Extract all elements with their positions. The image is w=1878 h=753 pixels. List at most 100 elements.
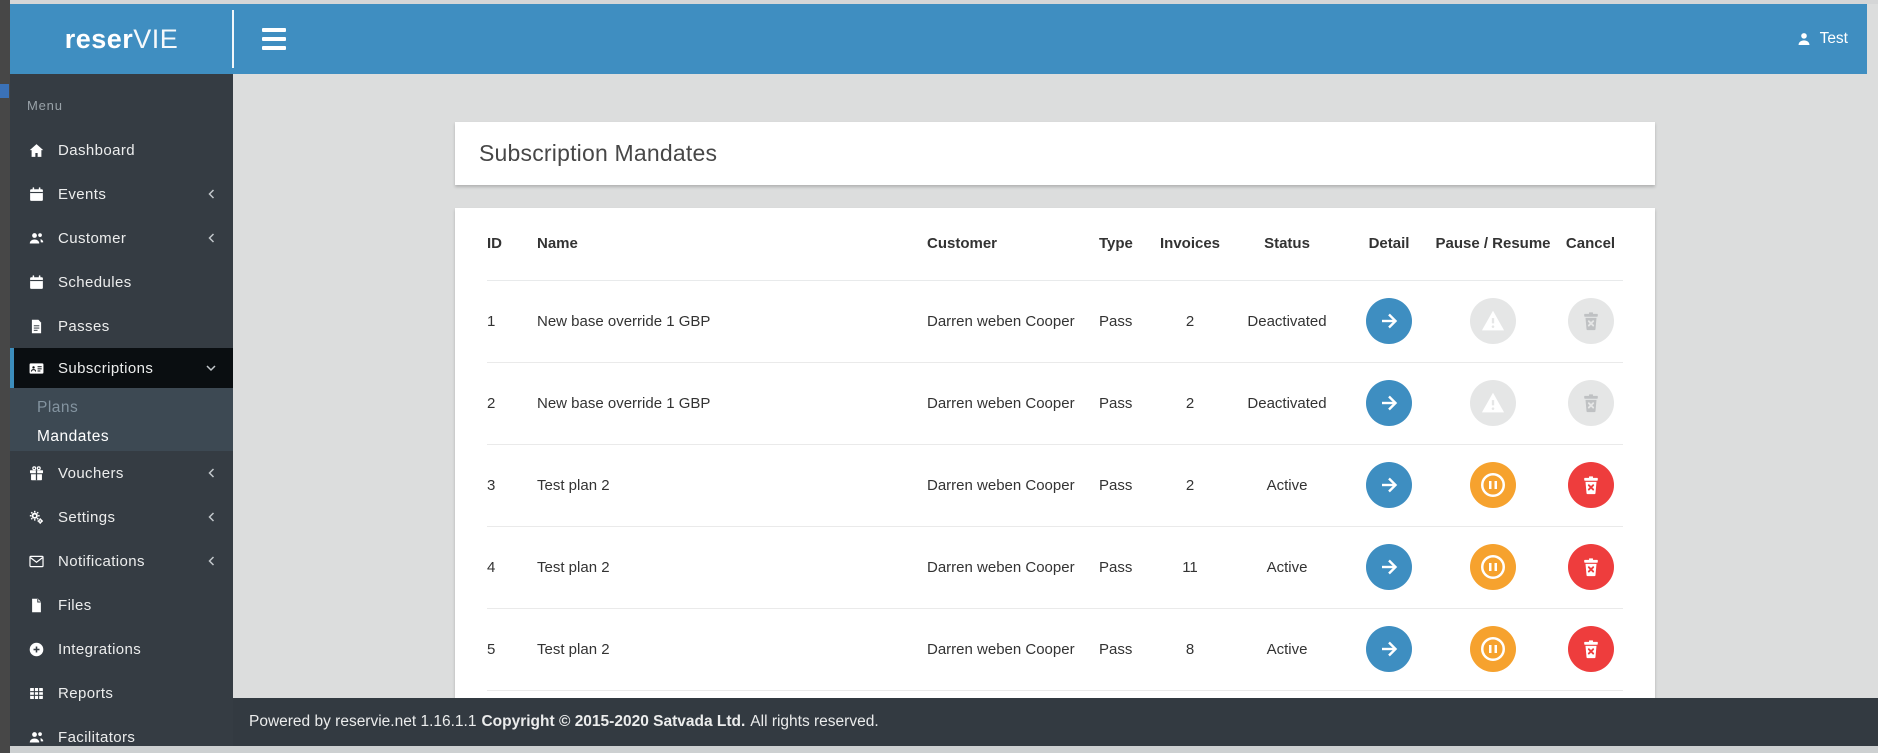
gift-icon [25, 462, 47, 484]
cancel-button[interactable] [1567, 462, 1614, 508]
pause-resume-button-disabled [1470, 298, 1516, 344]
chevron-left-icon [206, 188, 217, 200]
alert-triangle-icon [1481, 310, 1505, 331]
sidebar-item-label: Settings [58, 508, 116, 526]
cancel-button-disabled [1567, 380, 1614, 426]
mandates-table: ID Name Customer Type Invoices Status De… [487, 208, 1623, 698]
id-card-icon [25, 357, 47, 379]
arrow-right-icon [1382, 477, 1398, 493]
app-logo[interactable]: reser VIE [10, 4, 233, 74]
sidebar-item-label: Passes [58, 317, 110, 335]
sidebar-item-settings[interactable]: Settings [10, 495, 233, 539]
page-title-card: Subscription Mandates [455, 122, 1655, 185]
cancel-button-disabled [1567, 298, 1614, 344]
pause-button[interactable] [1470, 462, 1516, 508]
cell-customer: Darren weben Cooper [922, 444, 1094, 527]
detail-button[interactable] [1366, 380, 1412, 426]
cell-customer: Darren weben Cooper [922, 280, 1094, 363]
sidebar-section-label: Menu [27, 98, 63, 113]
column-header-type: Type [1094, 208, 1156, 281]
sidebar-item-subscriptions[interactable]: Subscriptions [10, 348, 233, 388]
cancel-button[interactable] [1567, 544, 1614, 590]
cell-type: Pass [1094, 362, 1156, 445]
pause-button[interactable] [1470, 544, 1516, 590]
table-row: 1 New base override 1 GBP Darren weben C… [487, 280, 1623, 363]
sidebar-item-passes[interactable]: Passes [10, 304, 233, 348]
sidebar-item-label: Subscriptions [58, 359, 154, 377]
chevron-left-icon [206, 467, 217, 479]
cell-id: 2 [487, 362, 532, 445]
arrow-right-icon [1382, 313, 1398, 329]
sidebar-item-label: Schedules [58, 273, 132, 291]
chevron-down-icon [205, 363, 217, 373]
cell-customer: Darren weben Cooper [922, 608, 1094, 691]
footer-copyright: Copyright © 2015-2020 Satvada Ltd. [481, 713, 746, 730]
sidebar-item-label: Files [58, 596, 92, 614]
column-header-pause-resume: Pause / Resume [1428, 208, 1558, 281]
table-row: 3 Test plan 2 Darren weben Cooper Pass 2… [487, 444, 1623, 527]
sidebar-item-label: Integrations [58, 640, 142, 658]
table-row: 4 Test plan 2 Darren weben Cooper Pass 1… [487, 526, 1623, 609]
detail-button[interactable] [1366, 462, 1412, 508]
cancel-button[interactable] [1567, 626, 1614, 672]
users-icon [25, 726, 47, 748]
sidebar-toggle-button[interactable] [262, 28, 288, 50]
calendar-icon [25, 271, 47, 293]
cell-name: Test plan 2 [532, 526, 922, 609]
user-icon [1796, 31, 1812, 47]
subscriptions-submenu: Plans Mandates [10, 388, 233, 451]
cell-id: 1 [487, 280, 532, 363]
background-window-sliver [0, 0, 10, 753]
cell-invoices: 8 [1156, 608, 1224, 691]
arrow-right-icon [1382, 641, 1398, 657]
document-icon [25, 315, 47, 337]
sidebar-item-dashboard[interactable]: Dashboard [10, 128, 233, 172]
trash-x-icon [1583, 640, 1598, 659]
column-header-customer: Customer [922, 208, 1094, 281]
cell-customer: Darren weben Cooper [922, 362, 1094, 445]
alert-triangle-icon [1481, 392, 1505, 413]
cell-invoices: 2 [1156, 444, 1224, 527]
detail-button[interactable] [1366, 298, 1412, 344]
sidebar-item-vouchers[interactable]: Vouchers [10, 451, 233, 495]
detail-button[interactable] [1366, 544, 1412, 590]
sidebar-item-label: Notifications [58, 552, 145, 570]
table-row: 2 New base override 1 GBP Darren weben C… [487, 362, 1623, 445]
user-menu[interactable]: Test [1796, 4, 1848, 74]
footer-rights: All rights reserved. [750, 713, 879, 730]
table-row: 5 Test plan 2 Darren weben Cooper Pass 8… [487, 608, 1623, 691]
table-icon [25, 682, 47, 704]
cell-customer: Darren weben Cooper [922, 526, 1094, 609]
detail-button[interactable] [1366, 626, 1412, 672]
sidebar-subitem-plans[interactable]: Plans [10, 393, 233, 422]
sidebar-item-notifications[interactable]: Notifications [10, 539, 233, 583]
table-row-partial [487, 690, 1623, 698]
pause-button[interactable] [1470, 626, 1516, 672]
sidebar-item-events[interactable]: Events [10, 172, 233, 216]
header-divider [232, 10, 234, 68]
sidebar-subitem-mandates[interactable]: Mandates [10, 422, 233, 451]
cell-type: Pass [1094, 526, 1156, 609]
page-footer: Powered by reservie.net 1.16.1.1 Copyrig… [233, 698, 1878, 746]
calendar-icon [25, 183, 47, 205]
sidebar-item-label: Customer [58, 229, 127, 247]
sidebar-item-label: Reports [58, 684, 114, 702]
column-header-name: Name [532, 208, 922, 281]
sidebar-item-label: Dashboard [58, 141, 135, 159]
column-header-cancel: Cancel [1558, 208, 1623, 281]
sidebar-item-schedules[interactable]: Schedules [10, 260, 233, 304]
arrow-right-icon [1382, 395, 1398, 411]
cell-id: 3 [487, 444, 532, 527]
cell-invoices: 2 [1156, 362, 1224, 445]
sidebar-item-customer[interactable]: Customer [10, 216, 233, 260]
cell-type: Pass [1094, 608, 1156, 691]
pause-circle-icon [1480, 472, 1506, 498]
trash-x-icon [1583, 476, 1598, 495]
sidebar-item-files[interactable]: Files [10, 583, 233, 627]
cell-type: Pass [1094, 280, 1156, 363]
sidebar-item-integrations[interactable]: Integrations [10, 627, 233, 671]
cell-invoices: 2 [1156, 280, 1224, 363]
chevron-left-icon [206, 232, 217, 244]
cell-type: Pass [1094, 444, 1156, 527]
sidebar-item-reports[interactable]: Reports [10, 671, 233, 715]
